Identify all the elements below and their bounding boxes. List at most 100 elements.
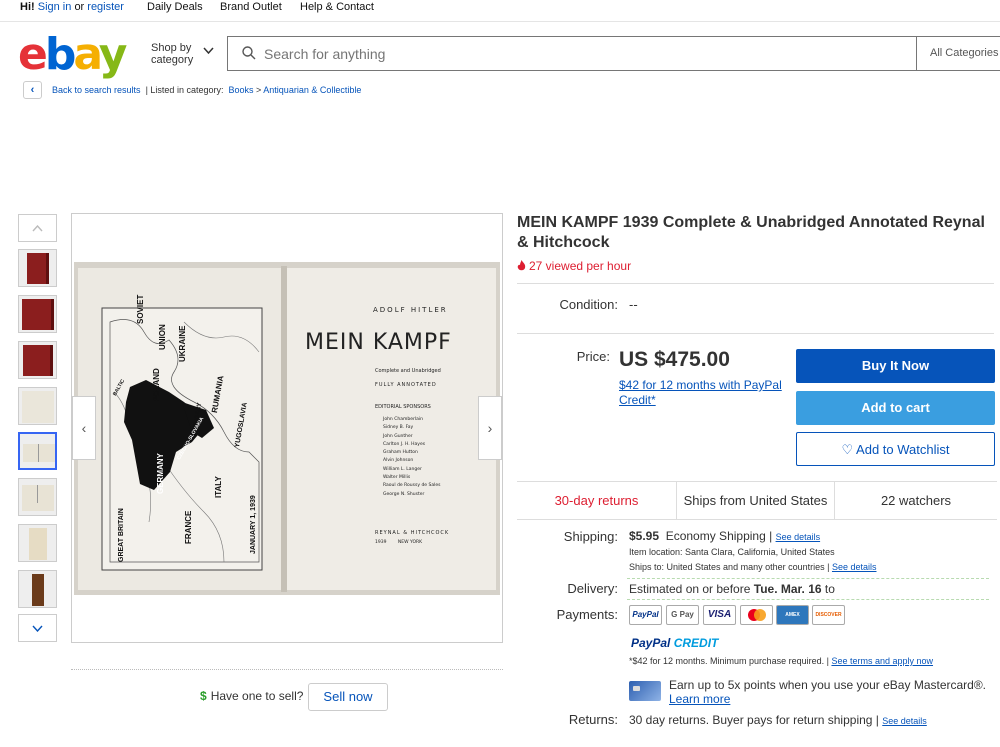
- logo-letter-e: e: [18, 29, 48, 80]
- ships-to-details-link[interactable]: See details: [832, 562, 877, 572]
- photo-publisher: REYNAL & HITCHCOCK: [375, 530, 450, 536]
- viewed-per-hour: 27 viewed per hour: [517, 259, 631, 273]
- delivery-date: Tue. Mar. 16: [753, 582, 822, 596]
- mastercard-card-icon: [629, 681, 661, 701]
- paypal-credit-offer-link[interactable]: $42 for 12 months with PayPal Credit*: [619, 378, 794, 408]
- ships-from-stat: Ships from United States: [676, 482, 835, 520]
- item-location: Item location: Santa Clara, California, …: [629, 547, 835, 557]
- photo-sponsors-head: EDITORIAL SPONSORS: [375, 404, 431, 410]
- breadcrumb-arrow: >: [256, 85, 262, 95]
- condition-value: --: [629, 297, 638, 312]
- thumbnail-8[interactable]: [18, 570, 57, 608]
- delivery-prefix: Estimated on or before: [629, 582, 751, 596]
- search-bar: [227, 36, 917, 71]
- map-label-poland: POLAND: [152, 368, 161, 402]
- map-label-italy: ITALY: [214, 476, 223, 498]
- back-to-results-link[interactable]: Back to search results: [52, 85, 141, 95]
- photo-title: MEIN KAMPF: [305, 330, 452, 355]
- previous-image-arrow-icon[interactable]: ‹: [72, 396, 96, 460]
- visa-icon: VISA: [703, 605, 736, 625]
- watchlist-label: Add to Watchlist: [856, 442, 950, 457]
- logo-letter-a: a: [73, 29, 101, 80]
- next-image-arrow-icon[interactable]: ›: [478, 396, 502, 460]
- help-contact-link[interactable]: Help & Contact: [300, 1, 374, 13]
- sell-question: Have one to sell?: [210, 689, 304, 703]
- price-label: Price:: [576, 349, 610, 364]
- search-input[interactable]: [264, 37, 864, 70]
- dollar-icon: $: [200, 689, 207, 703]
- divider: [627, 599, 989, 600]
- shipping-details-link[interactable]: See details: [776, 532, 821, 542]
- sign-in-link[interactable]: Sign in: [38, 1, 72, 13]
- thumbnail-5-selected[interactable]: [18, 432, 57, 470]
- top-bar: Hi! Sign in or register Daily Deals Bran…: [0, 0, 1000, 22]
- credit-note: *$42 for 12 months. Minimum purchase req…: [629, 656, 933, 666]
- breadcrumb-separator: |: [145, 85, 148, 95]
- listed-in-label: Listed in category:: [150, 85, 224, 95]
- back-arrow-icon[interactable]: ‹: [23, 81, 42, 99]
- see-terms-link[interactable]: See terms and apply now: [831, 656, 933, 666]
- viewed-text: 27 viewed per hour: [529, 259, 632, 273]
- logo-letter-b: b: [44, 29, 76, 80]
- thumbnail-3[interactable]: [18, 341, 57, 379]
- chevron-down-icon[interactable]: [203, 44, 214, 58]
- item-title: MEIN KAMPF 1939 Complete & Unabridged An…: [517, 214, 985, 251]
- map-label-union: UNION: [158, 324, 167, 350]
- or-text: or: [74, 1, 85, 13]
- paypal-credit-word: PayPal: [631, 636, 671, 650]
- add-to-watchlist-button[interactable]: ♡ Add to Watchlist: [796, 432, 995, 466]
- heart-icon: ♡: [841, 442, 854, 457]
- shipping-cost: $5.95 Economy Shipping | See details: [629, 529, 820, 543]
- mastercard-offer: Earn up to 5x points when you use your e…: [669, 678, 987, 692]
- thumbnail-6[interactable]: [18, 478, 57, 516]
- photo-sponsor-5: Graham Hutton: [383, 450, 418, 456]
- category-select[interactable]: All Categories: [916, 36, 1000, 71]
- thumbnail-1[interactable]: [18, 249, 57, 287]
- breadcrumb-books[interactable]: Books: [228, 85, 253, 95]
- add-to-cart-button[interactable]: Add to cart: [796, 391, 995, 425]
- thumbnail-2[interactable]: [18, 295, 57, 333]
- paypal-icon: PayPal: [629, 605, 662, 625]
- product-photo[interactable]: SOVIET UNION UKRAINE POLAND RUMANIA HUNG…: [74, 262, 500, 595]
- ships-to-text: Ships to: United States and many other c…: [629, 562, 830, 572]
- credit-note-text: *$42 for 12 months. Minimum purchase req…: [629, 656, 829, 666]
- thumbnail-4[interactable]: [18, 387, 57, 425]
- mastercard-icon: [740, 605, 773, 625]
- thumbnail-scroll-up-icon[interactable]: [18, 214, 57, 242]
- sell-now-button[interactable]: Sell now: [308, 683, 388, 711]
- delivery-label: Delivery:: [567, 581, 618, 596]
- photo-sponsor-6: Alvin Johnson: [383, 458, 414, 464]
- price-value: US $475.00: [619, 348, 730, 371]
- divider: [517, 283, 994, 284]
- condition-label: Condition:: [559, 297, 618, 312]
- returns-details-link[interactable]: See details: [882, 716, 927, 726]
- brand-outlet-link[interactable]: Brand Outlet: [220, 1, 282, 13]
- thumbnail-7[interactable]: [18, 524, 57, 562]
- logo-letter-y: y: [98, 29, 128, 80]
- item-stats: 30-day returns Ships from United States …: [517, 481, 997, 520]
- shop-by-category-button[interactable]: Shop by category: [151, 42, 199, 66]
- photo-sponsor-4: Carlton J. H. Hayes: [383, 441, 426, 447]
- register-link[interactable]: register: [87, 1, 124, 13]
- photo-publisher-place: 1939 NEW YORK: [375, 540, 423, 545]
- google-pay-icon: G Pay: [666, 605, 699, 625]
- divider: [627, 578, 989, 579]
- payments-label: Payments:: [556, 607, 618, 622]
- paypal-credit-logo: PayPal CREDIT: [631, 636, 718, 650]
- returns-text: 30 day returns. Buyer pays for return sh…: [629, 713, 879, 727]
- greeting-text: Hi!: [20, 1, 35, 13]
- daily-deals-link[interactable]: Daily Deals: [147, 1, 203, 13]
- map-label-soviet: SOVIET: [136, 294, 145, 324]
- learn-more-link[interactable]: Learn more: [669, 692, 730, 706]
- photo-sponsor-1: John Chamberlain: [383, 417, 423, 422]
- shipping-method: Economy Shipping |: [665, 529, 773, 543]
- shipping-label: Shipping:: [563, 529, 618, 544]
- map-label-great-britain: GREAT BRITAIN: [118, 508, 125, 562]
- ebay-logo[interactable]: ebay: [18, 33, 127, 77]
- delivery-estimate: Estimated on or before Tue. Mar. 16 to: [629, 582, 835, 596]
- watchers-stat: 22 watchers: [880, 493, 952, 508]
- breadcrumb-antiquarian[interactable]: Antiquarian & Collectible: [263, 85, 361, 95]
- buy-it-now-button[interactable]: Buy It Now: [796, 349, 995, 383]
- greeting: Hi! Sign in or register: [20, 1, 124, 13]
- thumbnail-scroll-down-icon[interactable]: [18, 614, 57, 642]
